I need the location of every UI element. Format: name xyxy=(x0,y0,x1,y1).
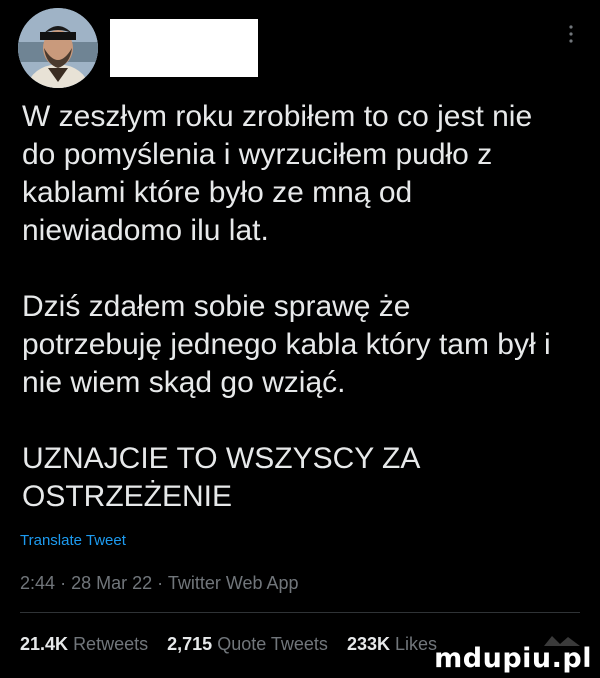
quote-tweets-stat[interactable]: 2,715 Quote Tweets xyxy=(167,634,333,654)
more-vertical-icon[interactable] xyxy=(566,22,576,48)
tweet-paragraph: UZNAJCIE TO WSZYSCY ZA OSTRZEŻENIE xyxy=(22,442,421,513)
retweets-count: 21.4K xyxy=(20,634,69,654)
redacted-username xyxy=(110,19,258,77)
tweet-paragraph: W zeszłym roku zrobiłem to co jest nie d… xyxy=(22,100,533,247)
avatar[interactable] xyxy=(18,8,98,88)
likes-stat[interactable]: 233K Likes xyxy=(347,634,437,654)
separator: · xyxy=(157,573,164,593)
separator: · xyxy=(60,573,67,593)
tweet-metadata: 2:44 · 28 Mar 22 · Twitter Web App xyxy=(20,573,299,594)
retweets-stat[interactable]: 21.4K Retweets xyxy=(20,634,153,654)
retweets-label: Retweets xyxy=(73,634,149,654)
tweet-date[interactable]: 28 Mar 22 xyxy=(71,573,152,593)
likes-count: 233K xyxy=(346,634,390,654)
divider xyxy=(20,612,580,613)
likes-label: Likes xyxy=(394,634,438,654)
tweet-text: W zeszłym roku zrobiłem to co jest nie d… xyxy=(22,98,582,516)
tweet-paragraph: Dziś zdałem sobie sprawę że potrzebuję j… xyxy=(22,290,551,399)
translate-tweet-link[interactable]: Translate Tweet xyxy=(20,532,126,549)
watermark-logo: mdupiu.pl xyxy=(434,643,592,674)
tweet-time[interactable]: 2:44 xyxy=(20,573,55,593)
tweet-source[interactable]: Twitter Web App xyxy=(168,573,299,593)
tweet-stats: 21.4K Retweets 2,715 Quote Tweets 233K L… xyxy=(20,634,451,655)
quote-tweets-count: 2,715 xyxy=(167,634,213,654)
quote-tweets-label: Quote Tweets xyxy=(217,634,328,654)
